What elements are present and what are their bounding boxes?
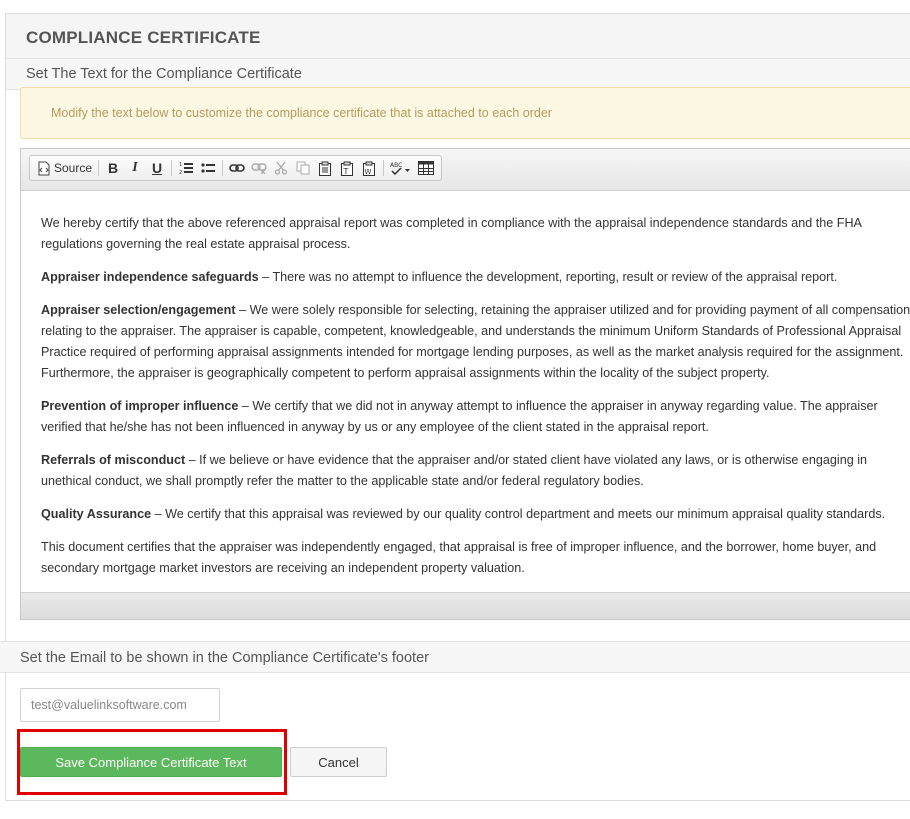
toolbar-separator: [171, 160, 173, 176]
cut-icon: [274, 161, 288, 175]
svg-text:T: T: [343, 167, 349, 176]
paragraph-text: – There was no attempt to influence the …: [258, 270, 838, 284]
editor-toolbar: Source B I U 12 T W ABC: [21, 149, 910, 191]
link-icon: [229, 164, 245, 172]
copy-button[interactable]: [292, 157, 314, 179]
toolbar-separator: [222, 160, 224, 176]
paragraph-heading: Quality Assurance: [41, 507, 152, 521]
paste-word-icon: W: [363, 161, 376, 176]
paragraph-heading: Referrals of misconduct: [41, 453, 186, 467]
info-notice: Modify the text below to customize the c…: [20, 87, 910, 139]
save-certificate-button[interactable]: Save Compliance Certificate Text: [20, 747, 282, 777]
paragraph-heading: Appraiser independence safeguards: [41, 270, 259, 284]
svg-text:2: 2: [179, 170, 182, 175]
paste-text-button[interactable]: T: [336, 157, 358, 179]
certificate-closing: This document certifies that the apprais…: [41, 540, 877, 575]
paste-text-icon: T: [341, 161, 354, 176]
spellcheck-icon: ABC: [390, 162, 411, 175]
svg-text:1: 1: [179, 162, 182, 168]
email-section: Set the Email to be shown in the Complia…: [0, 641, 910, 673]
source-icon: [38, 161, 50, 175]
paragraph-text: – We certify that this appraisal was rev…: [151, 507, 886, 521]
rich-text-editor[interactable]: Source B I U 12 T W ABC We hereby certif…: [20, 148, 910, 620]
toolbar-separator: [98, 160, 100, 176]
editor-content[interactable]: We hereby certify that the above referen…: [21, 191, 910, 593]
bold-button[interactable]: B: [102, 157, 124, 179]
panel-header: COMPLIANCE CERTIFICATE: [6, 14, 910, 59]
table-icon: [418, 161, 435, 175]
paste-button[interactable]: [314, 157, 336, 179]
bulleted-list-icon: [201, 163, 216, 173]
page-title: COMPLIANCE CERTIFICATE: [26, 28, 261, 47]
cut-button[interactable]: [270, 157, 292, 179]
cancel-button[interactable]: Cancel: [290, 747, 387, 777]
source-button[interactable]: Source: [34, 157, 95, 179]
text-section-title: Set The Text for the Compliance Certific…: [6, 59, 910, 90]
toolbar-group: Source B I U 12 T W ABC: [29, 155, 443, 181]
svg-text:W: W: [365, 168, 372, 176]
certificate-intro: We hereby certify that the above referen…: [41, 216, 862, 251]
source-label: Source: [54, 161, 93, 175]
unlink-icon: [251, 163, 267, 174]
table-button[interactable]: [415, 157, 437, 179]
numbered-list-button[interactable]: 12: [175, 157, 197, 179]
link-button[interactable]: [226, 157, 248, 179]
certificate-paragraph: Prevention of improper influence – We ce…: [41, 396, 910, 438]
paste-word-button[interactable]: W: [358, 157, 380, 179]
toolbar-separator: [383, 160, 385, 176]
editor-statusbar: [21, 592, 910, 619]
spellcheck-button[interactable]: ABC: [387, 157, 415, 179]
paste-icon: [319, 161, 332, 176]
certificate-paragraph: Appraiser independence safeguards – Ther…: [41, 267, 910, 288]
certificate-paragraph: Referrals of misconduct – If we believe …: [41, 450, 910, 492]
bulleted-list-button[interactable]: [197, 157, 219, 179]
numbered-list-icon: 12: [179, 162, 194, 175]
unlink-button[interactable]: [248, 157, 270, 179]
certificate-paragraph: Quality Assurance – We certify that this…: [41, 504, 910, 525]
paragraph-heading: Appraiser selection/engagement: [41, 303, 236, 317]
italic-button[interactable]: I: [124, 157, 146, 179]
email-section-title: Set the Email to be shown in the Complia…: [0, 641, 910, 673]
certificate-paragraph: Appraiser selection/engagement – We were…: [41, 300, 910, 384]
copy-icon: [296, 161, 310, 175]
footer-email-input[interactable]: [20, 688, 220, 722]
paragraph-heading: Prevention of improper influence: [41, 399, 239, 413]
underline-button[interactable]: U: [146, 157, 168, 179]
